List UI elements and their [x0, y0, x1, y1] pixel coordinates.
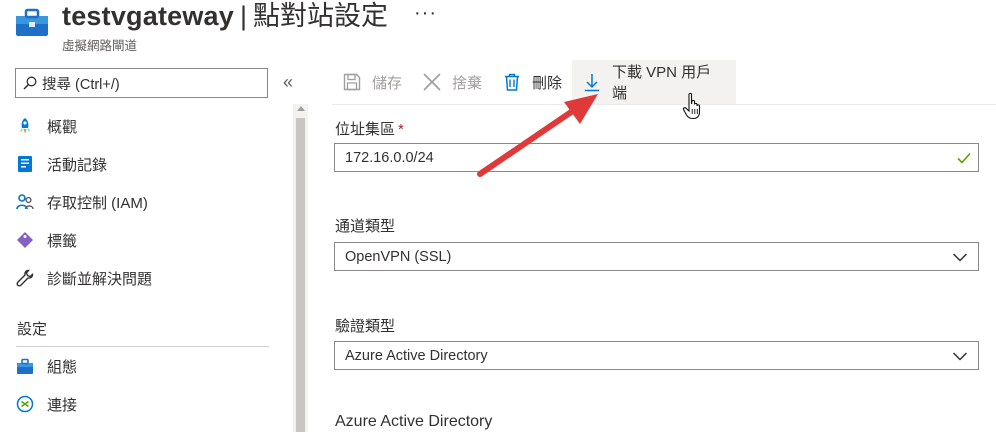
toolbar-divider [332, 104, 996, 105]
page-title: 點對站設定 [253, 1, 388, 31]
sidebar-item-overview[interactable]: 概觀 [16, 110, 286, 142]
required-asterisk: * [398, 121, 404, 138]
sidebar-item-label: 概觀 [47, 118, 78, 136]
scrollbar-thumb[interactable] [296, 118, 305, 432]
sidebar-item-label: 診斷並解決問題 [47, 270, 153, 288]
scroll-up-arrow-icon[interactable] [297, 106, 305, 111]
tunnel-type-dropdown[interactable]: OpenVPN (SSL) [334, 242, 979, 271]
chevron-down-icon [952, 351, 968, 361]
collapse-menu-button[interactable]: « [283, 72, 293, 93]
connections-icon [16, 395, 34, 413]
sidebar-item-label: 存取控制 (IAM) [47, 194, 148, 212]
command-bar: 儲存 捨棄 刪除 下載 VPN 用戶端 [332, 60, 996, 106]
save-label: 儲存 [372, 74, 403, 92]
sidebar-item-iam[interactable]: 存取控制 (IAM) [16, 186, 286, 218]
iam-people-icon [16, 194, 34, 210]
settings-section-title: 設定 [17, 321, 48, 338]
sidebar-item-label: 連接 [47, 396, 78, 414]
activity-log-icon [18, 156, 32, 172]
sidebar-item-label: 活動記錄 [47, 156, 108, 174]
save-button[interactable]: 儲存 [342, 60, 402, 104]
download-vpn-client-label: 下載 VPN 用戶端 [611, 64, 712, 102]
address-pool-value: 172.16.0.0/24 [345, 149, 434, 166]
sidebar-item-label: 標籤 [47, 232, 78, 250]
sidebar-item-tags[interactable]: 標籤 [16, 224, 286, 256]
sidebar-item-activity-log[interactable]: 活動記錄 [16, 148, 286, 180]
more-options-button[interactable]: ··· [414, 2, 437, 25]
address-pool-label-text: 位址集區 [335, 121, 396, 138]
address-pool-input[interactable]: 172.16.0.0/24 [334, 143, 979, 172]
tunnel-type-label: 通道類型 [335, 218, 396, 235]
wrench-icon [16, 269, 34, 287]
hand-cursor-icon [682, 92, 701, 120]
sidebar-item-configuration[interactable]: 組態 [16, 350, 286, 382]
sidebar-item-label: 組態 [47, 358, 78, 376]
discard-x-icon [423, 73, 441, 91]
auth-type-label: 驗證類型 [335, 318, 396, 335]
auth-type-dropdown[interactable]: Azure Active Directory [334, 341, 979, 370]
menu-search-input[interactable]: 搜尋 (Ctrl+/) [15, 68, 268, 98]
aad-section-label: Azure Active Directory [335, 413, 493, 430]
sidebar-item-diagnose[interactable]: 診斷並解決問題 [16, 262, 286, 294]
tag-icon [17, 232, 33, 248]
overview-rocket-icon [19, 118, 31, 134]
resource-type-subtitle: 虛擬網路閘道 [62, 39, 138, 53]
save-icon [343, 73, 361, 91]
address-pool-label: 位址集區 * [335, 118, 404, 139]
title-separator: | [239, 1, 247, 31]
tunnel-type-value: OpenVPN (SSL) [345, 248, 452, 265]
search-placeholder: 搜尋 (Ctrl+/) [42, 76, 120, 93]
blade-header: testvgateway | 點對站設定 ··· 虛擬網路閘道 [0, 0, 996, 60]
valid-check-icon [957, 152, 971, 164]
resource-menu: 搜尋 (Ctrl+/) « 概觀 活動記錄 存取控制 (IAM) 標籤 診斷並解… [0, 60, 310, 432]
configuration-icon [17, 358, 33, 374]
chevron-down-icon [952, 252, 968, 262]
resource-name: testvgateway [62, 1, 234, 31]
section-divider [16, 346, 269, 347]
virtual-network-gateway-icon [16, 8, 48, 36]
search-icon [23, 76, 37, 90]
auth-type-value: Azure Active Directory [345, 347, 488, 364]
annotation-arrow [477, 94, 598, 177]
sidebar-item-connections[interactable]: 連接 [16, 388, 286, 420]
